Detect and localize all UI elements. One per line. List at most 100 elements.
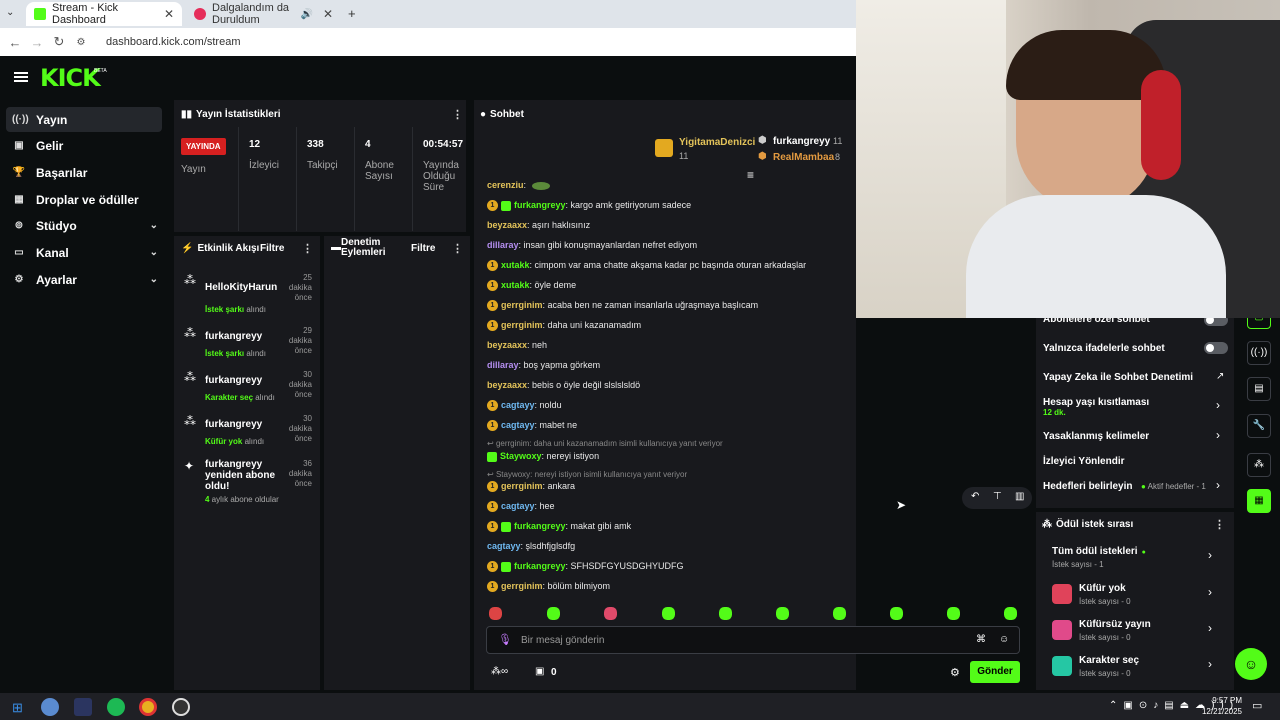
chat-username[interactable]: dillaray xyxy=(487,360,519,370)
emoji-icon[interactable]: ☺ xyxy=(999,634,1009,645)
moderation-menu-icon[interactable]: ⋮ xyxy=(452,242,463,255)
rail-follow-icon[interactable]: ⁂ xyxy=(1247,453,1271,477)
sidebar-item-kanal[interactable]: ▭ Kanal ⌄ xyxy=(6,240,162,265)
chat-username[interactable]: xutakk xyxy=(501,280,530,290)
emote-icon[interactable] xyxy=(776,607,789,620)
chevron-right-icon[interactable]: › xyxy=(1208,657,1212,671)
chat-username[interactable]: cagtayy xyxy=(501,501,535,511)
channel-points-icon[interactable]: ⁂∞ xyxy=(491,666,508,677)
setting-raid-viewers[interactable]: İzleyici Yönlendir xyxy=(1043,456,1125,467)
top-user-name[interactable]: RealMambaa xyxy=(773,152,834,163)
sidebar-item-ayarlar[interactable]: ⚙ Ayarlar ⌄ xyxy=(6,267,162,292)
notification-icon[interactable]: ▭ xyxy=(1252,699,1262,712)
external-link-icon[interactable]: ↗ xyxy=(1216,371,1224,382)
taskbar-app-icon[interactable] xyxy=(41,698,59,716)
setting-banned-words[interactable]: Yasaklanmış kelimeler xyxy=(1043,431,1149,442)
reward-title[interactable]: Küfürsüz yayın xyxy=(1079,619,1151,630)
chat-username[interactable]: furkangreyy xyxy=(514,200,566,210)
taskbar-app-icon[interactable] xyxy=(74,698,92,716)
emote-icon[interactable] xyxy=(662,607,675,620)
pin-action-icon[interactable]: ⊤ xyxy=(993,491,1002,502)
activity-user[interactable]: furkangreyy yeniden abone oldu! xyxy=(205,459,275,492)
chat-username[interactable]: beyzaaxx xyxy=(487,340,527,350)
reward-menu-icon[interactable]: ⋮ xyxy=(1214,518,1225,531)
activity-user[interactable]: HelloKityHarun xyxy=(205,282,277,293)
chat-settings-icon[interactable]: ⚙ xyxy=(950,666,960,679)
help-chat-icon[interactable]: ☺ xyxy=(1235,648,1267,680)
rail-clapper-icon[interactable]: ▦ xyxy=(1247,489,1271,513)
emote-icon[interactable] xyxy=(833,607,846,620)
command-icon[interactable]: ⌘ xyxy=(976,634,986,645)
url-text[interactable]: dashboard.kick.com/stream xyxy=(106,36,241,48)
top-user-name[interactable]: YigitamaDenizci xyxy=(679,137,755,148)
emote-icon[interactable] xyxy=(947,607,960,620)
spotify-icon[interactable] xyxy=(107,698,125,716)
emote-icon[interactable] xyxy=(489,607,502,620)
activity-menu-icon[interactable]: ⋮ xyxy=(302,242,313,255)
moderation-filter-button[interactable]: Filtre xyxy=(411,243,435,254)
sidebar-item-yayin[interactable]: ((·)) Yayın xyxy=(6,107,162,132)
delete-action-icon[interactable]: ▥ xyxy=(1015,491,1024,502)
sidebar-item-studyo[interactable]: ⊚ Stüdyo ⌄ xyxy=(6,213,162,238)
chevron-right-icon[interactable]: › xyxy=(1208,585,1212,599)
emote-icon[interactable] xyxy=(604,607,617,620)
setting-goals[interactable]: Hedefleri belirleyin xyxy=(1043,481,1132,492)
obs-icon[interactable] xyxy=(172,698,190,716)
windows-start-icon[interactable]: ⊞ xyxy=(12,700,23,716)
speaker-icon[interactable]: 🔊 xyxy=(300,9,312,20)
emote-icon[interactable] xyxy=(1004,607,1017,620)
chat-username[interactable]: gerrginim xyxy=(501,320,543,330)
chat-username[interactable]: beyzaaxx xyxy=(487,220,527,230)
chat-username[interactable]: xutakk xyxy=(501,260,530,270)
send-button[interactable]: Gönder xyxy=(970,661,1020,683)
emote-icon[interactable] xyxy=(890,607,903,620)
reward-title[interactable]: Küfür yok xyxy=(1079,583,1126,594)
chevron-right-icon[interactable]: › xyxy=(1216,478,1220,492)
close-tab-icon[interactable]: ✕ xyxy=(323,7,333,21)
activity-filter-button[interactable]: Filtre xyxy=(260,243,284,254)
rail-wrench-icon[interactable]: 🔧 xyxy=(1247,414,1271,438)
setting-ai-moderation[interactable]: Yapay Zeka ile Sohbet Denetimi xyxy=(1043,372,1193,383)
tab-list-icon[interactable]: ⌄ xyxy=(6,7,14,18)
kick-logo[interactable]: KICK xyxy=(40,64,101,92)
chevron-right-icon[interactable]: › xyxy=(1208,621,1212,635)
chat-username[interactable]: cerenziu xyxy=(487,180,524,190)
rail-broadcast-icon[interactable]: ((·)) xyxy=(1247,341,1271,365)
chat-username[interactable]: Staywoxy xyxy=(500,451,542,461)
setting-account-age[interactable]: Hesap yaşı kısıtlaması xyxy=(1043,397,1149,408)
reply-action-icon[interactable]: ↶ xyxy=(971,491,979,502)
reload-icon[interactable]: ↻ xyxy=(48,34,70,50)
pinned-collapse-icon[interactable]: ≡ xyxy=(747,168,754,182)
chat-username[interactable]: furkangreyy xyxy=(514,561,566,571)
activity-user[interactable]: furkangreyy xyxy=(205,375,262,386)
chat-username[interactable]: cagtayy xyxy=(501,400,535,410)
emote-only-toggle[interactable] xyxy=(1204,342,1228,354)
chat-username[interactable]: beyzaaxx xyxy=(487,380,527,390)
site-info-icon[interactable]: ⚙ xyxy=(70,37,92,48)
rail-panels-icon[interactable]: ▤ xyxy=(1247,377,1271,401)
tab-stream-dashboard[interactable]: Stream - Kick Dashboard ✕ xyxy=(26,2,182,26)
chat-username[interactable]: gerrginim xyxy=(501,481,543,491)
chevron-right-icon[interactable]: › xyxy=(1216,428,1220,442)
chat-username[interactable]: cagtayy xyxy=(501,420,535,430)
chat-username[interactable]: dillaray xyxy=(487,240,519,250)
tab-music[interactable]: Dalgalandım da Duruldum 🔊 ✕ xyxy=(186,2,341,26)
chevron-right-icon[interactable]: › xyxy=(1208,548,1212,562)
reward-title[interactable]: Karakter seç xyxy=(1079,655,1139,666)
gift-icon[interactable]: ▣ xyxy=(535,666,544,677)
sidebar-item-droplar[interactable]: ▦ Droplar ve ödüller xyxy=(6,187,162,212)
chrome-icon[interactable] xyxy=(139,698,157,716)
microphone-icon[interactable]: 🎙 xyxy=(498,633,512,646)
new-tab-icon[interactable]: + xyxy=(348,6,356,21)
sidebar-item-gelir[interactable]: ▣ Gelir xyxy=(6,133,162,158)
emote-icon[interactable] xyxy=(547,607,560,620)
emote-icon[interactable] xyxy=(719,607,732,620)
chat-username[interactable]: gerrginim xyxy=(501,581,543,591)
hamburger-menu-icon[interactable] xyxy=(14,72,28,82)
close-tab-icon[interactable]: ✕ xyxy=(164,7,174,21)
back-icon[interactable]: ← xyxy=(4,35,26,50)
all-rewards-label[interactable]: Tüm ödül istekleri ● xyxy=(1052,546,1146,557)
chat-username[interactable]: gerrginim xyxy=(501,300,543,310)
activity-user[interactable]: furkangreyy xyxy=(205,331,262,342)
stats-menu-icon[interactable]: ⋮ xyxy=(452,108,463,121)
